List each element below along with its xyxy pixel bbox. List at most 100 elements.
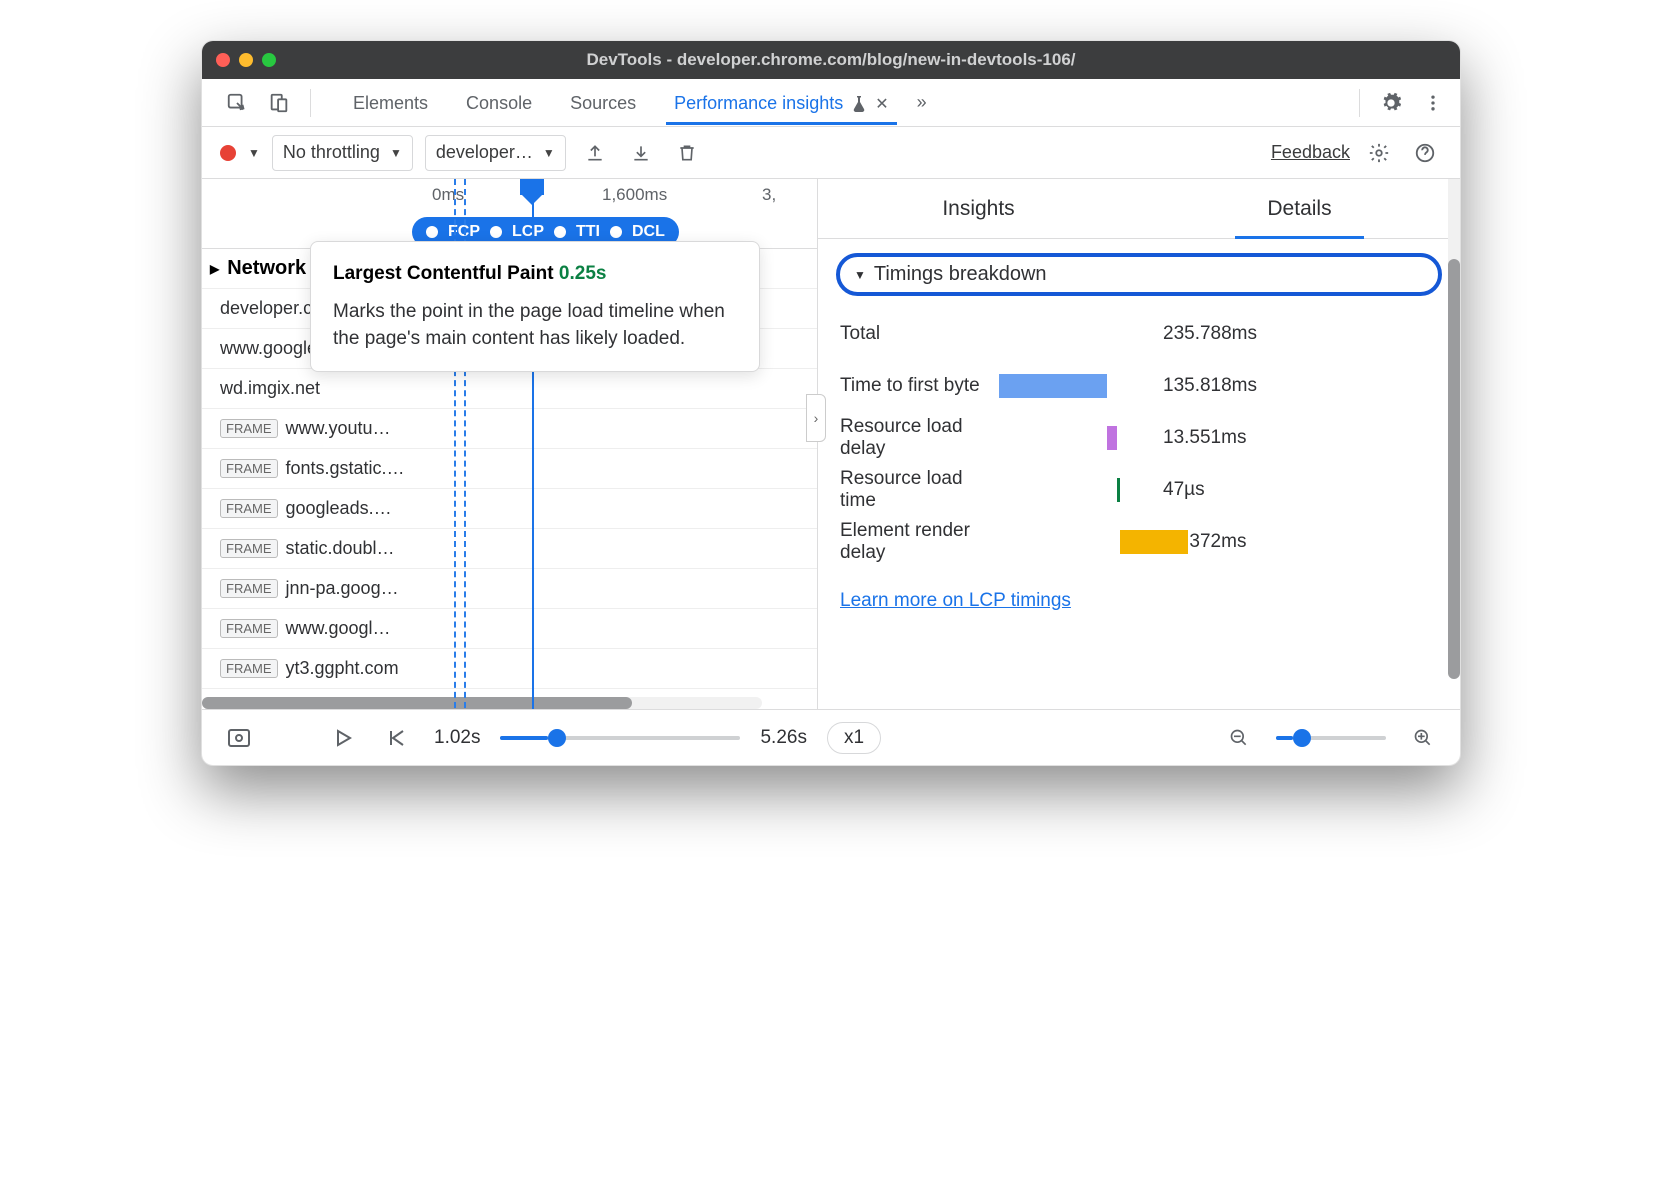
timeline-header[interactable]: 0ms 1,600ms 3, FCP LCP TTI DCL bbox=[202, 179, 817, 249]
close-icon[interactable] bbox=[216, 53, 230, 67]
timing-row: Resource load time47µs bbox=[840, 464, 1438, 516]
feedback-link[interactable]: Feedback bbox=[1271, 142, 1350, 163]
network-row[interactable]: FRAMEwww.googl… bbox=[202, 609, 817, 649]
tooltip-body: Marks the point in the page load timelin… bbox=[333, 298, 737, 353]
record-button[interactable] bbox=[220, 145, 236, 161]
preview-icon[interactable] bbox=[222, 721, 256, 755]
frame-badge: FRAME bbox=[220, 539, 278, 558]
marker-dcl: DCL bbox=[632, 223, 665, 241]
timing-bar bbox=[999, 426, 1149, 450]
slider-thumb[interactable] bbox=[1293, 729, 1311, 747]
device-toggle-icon[interactable] bbox=[262, 86, 296, 120]
timing-value: 235.788ms bbox=[1163, 323, 1257, 345]
time-slider[interactable] bbox=[500, 736, 740, 740]
play-icon[interactable] bbox=[326, 721, 360, 755]
network-row[interactable]: FRAMEstatic.doubl… bbox=[202, 529, 817, 569]
network-host: www.google- bbox=[220, 338, 323, 359]
total-time: 5.26s bbox=[760, 727, 806, 749]
timing-label: Element render delay bbox=[840, 520, 985, 564]
speed-control[interactable]: x1 bbox=[827, 722, 881, 754]
timings-breakdown-header[interactable]: ▼ Timings breakdown bbox=[836, 253, 1442, 296]
slider-thumb[interactable] bbox=[548, 729, 566, 747]
export-icon[interactable] bbox=[578, 136, 612, 170]
tabs-overflow-icon[interactable]: » bbox=[905, 86, 939, 120]
toolbar: ▼ No throttling ▼ developer… ▼ Feedback bbox=[202, 127, 1460, 179]
flask-icon bbox=[851, 95, 867, 113]
timing-row: Resource load delay13.551ms bbox=[840, 412, 1438, 464]
network-row[interactable]: FRAMEfonts.gstatic.… bbox=[202, 449, 817, 489]
network-row[interactable]: wd.imgix.net bbox=[202, 369, 817, 409]
tooltip-time: 0.25s bbox=[559, 263, 607, 284]
panel-expand-handle[interactable]: › bbox=[806, 394, 826, 442]
timing-row: Time to first byte135.818ms bbox=[840, 360, 1438, 412]
scrollbar-thumb[interactable] bbox=[1448, 259, 1460, 679]
rtab-label: Details bbox=[1267, 197, 1331, 221]
tooltip-title: Largest Contentful Paint bbox=[333, 263, 554, 284]
tab-sources[interactable]: Sources bbox=[562, 81, 644, 124]
timing-value: 135.818ms bbox=[1163, 375, 1257, 397]
window-title: DevTools - developer.chrome.com/blog/new… bbox=[202, 50, 1460, 70]
import-icon[interactable] bbox=[624, 136, 658, 170]
vertical-scrollbar[interactable] bbox=[1448, 179, 1460, 653]
playhead-handle[interactable] bbox=[520, 179, 544, 195]
maximize-icon[interactable] bbox=[262, 53, 276, 67]
right-panel-tabs: Insights Details bbox=[818, 179, 1460, 239]
tab-console[interactable]: Console bbox=[458, 81, 540, 124]
inspect-icon[interactable] bbox=[220, 86, 254, 120]
zoom-slider[interactable] bbox=[1276, 736, 1386, 740]
frame-badge: FRAME bbox=[220, 459, 278, 478]
panel-settings-icon[interactable] bbox=[1362, 136, 1396, 170]
marker-dot-icon bbox=[490, 226, 502, 238]
delete-icon[interactable] bbox=[670, 136, 704, 170]
devtools-window: DevTools - developer.chrome.com/blog/new… bbox=[201, 40, 1461, 766]
tab-label: Sources bbox=[570, 93, 636, 114]
network-host: googleads.… bbox=[286, 498, 392, 519]
tab-elements[interactable]: Elements bbox=[345, 81, 436, 124]
timeline-tick: 1,600ms bbox=[602, 185, 667, 205]
target-value: developer… bbox=[436, 142, 533, 163]
timings-list: Total 235.788ms Time to first byte135.818m… bbox=[818, 296, 1460, 568]
learn-more-link[interactable]: Learn more on LCP timings bbox=[840, 590, 1438, 612]
timeline-tick: 0ms bbox=[432, 185, 464, 205]
titlebar: DevTools - developer.chrome.com/blog/new… bbox=[202, 41, 1460, 79]
horizontal-scrollbar[interactable] bbox=[202, 697, 762, 709]
timing-bar bbox=[999, 374, 1149, 398]
divider bbox=[1359, 89, 1360, 117]
network-row[interactable]: FRAMEyt3.ggpht.com bbox=[202, 649, 817, 689]
zoom-in-icon[interactable] bbox=[1406, 721, 1440, 755]
network-row[interactable]: FRAMEgoogleads.… bbox=[202, 489, 817, 529]
target-select[interactable]: developer… ▼ bbox=[425, 135, 566, 171]
marker-dot-icon bbox=[610, 226, 622, 238]
network-row[interactable]: FRAMEjnn-pa.goog… bbox=[202, 569, 817, 609]
network-row[interactable]: FRAMEwww.youtu… bbox=[202, 409, 817, 449]
section-title-text: Timings breakdown bbox=[874, 263, 1047, 286]
left-panel: 0ms 1,600ms 3, FCP LCP TTI DCL ▶ Network bbox=[202, 179, 817, 709]
tab-details[interactable]: Details bbox=[1139, 179, 1460, 238]
scrollbar-thumb[interactable] bbox=[202, 697, 632, 709]
tab-performance-insights[interactable]: Performance insights ✕ bbox=[666, 81, 896, 124]
marker-tti: TTI bbox=[576, 223, 600, 241]
throttling-select[interactable]: No throttling ▼ bbox=[272, 135, 413, 171]
minimize-icon[interactable] bbox=[239, 53, 253, 67]
close-tab-icon[interactable]: ✕ bbox=[875, 94, 888, 114]
tab-label: Performance insights bbox=[674, 93, 843, 114]
help-icon[interactable] bbox=[1408, 136, 1442, 170]
network-host: www.googl… bbox=[286, 618, 391, 639]
timing-row: Element render delay86.372ms bbox=[840, 516, 1438, 568]
settings-gear-icon[interactable] bbox=[1374, 86, 1408, 120]
zoom-out-icon[interactable] bbox=[1222, 721, 1256, 755]
traffic-lights bbox=[216, 53, 276, 67]
kebab-menu-icon[interactable] bbox=[1416, 86, 1450, 120]
right-panel: Insights Details ▼ Timings breakdown Tot… bbox=[817, 179, 1460, 709]
timing-row: Total 235.788ms bbox=[840, 308, 1438, 360]
timing-bar bbox=[999, 530, 1149, 554]
record-menu-chevron-icon[interactable]: ▼ bbox=[248, 146, 260, 160]
rewind-icon[interactable] bbox=[380, 721, 414, 755]
divider bbox=[310, 89, 311, 117]
timing-label: Resource load delay bbox=[840, 416, 985, 460]
tab-insights[interactable]: Insights bbox=[818, 179, 1139, 238]
tab-label: Console bbox=[466, 93, 532, 114]
network-host: jnn-pa.goog… bbox=[286, 578, 399, 599]
timing-label: Total bbox=[840, 323, 985, 345]
chevron-down-icon: ▼ bbox=[543, 146, 555, 160]
